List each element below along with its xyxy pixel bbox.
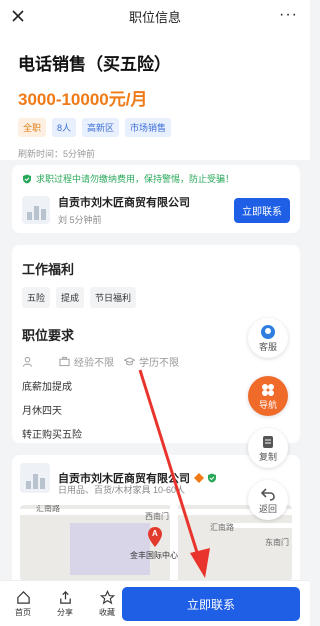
float-label: 返回 [258,503,277,514]
home-icon [16,590,30,604]
company-logo-icon [20,463,50,493]
job-tags: 全职 8人 高新区 市场销售 [18,118,292,137]
safety-notice: 求职过程中请勿缴纳费用，保持警惕，防止受骗！ [22,172,290,185]
map-building [70,523,150,575]
tag-job-type: 全职 [18,118,47,137]
benefit-item: 提成 [56,287,85,308]
customer-service-icon [261,324,275,339]
refresh-time: 刷新时间：5分钟前 [18,149,96,159]
benefits-list: 五险 提成 节日福利 [22,287,290,308]
verified-green-badge-icon [208,473,216,483]
page-title: 职位信息 [128,9,181,25]
nav-favorite[interactable]: 收藏 [90,589,124,618]
job-summary: 电话销售（买五险） 3000-10000元/月 全职 8人 高新区 市场销售 刷… [0,32,310,160]
company-row[interactable]: 自贡市刘木匠商贸有限公司 刘 5分钟前 立即联系 [22,194,290,226]
benefit-item: 节日福利 [90,287,137,308]
star-icon [99,589,115,604]
benefit-item: 五险 [22,287,51,308]
benefits-title: 工作福利 [22,262,75,277]
company-name: 自贡市刘木匠商贸有限公司 [58,197,190,209]
safety-notice-text: 求职过程中请勿缴纳费用，保持警惕，防止受骗！ [36,174,235,184]
map-label: 汇南路 [36,505,60,513]
verified-orange-badge-icon [194,473,204,483]
back-button[interactable]: 返回 [248,480,288,520]
map-label: 金丰国际中心 [130,551,178,560]
contact-person: 刘 5分钟前 [58,215,102,225]
tag-headcount: 8人 [52,118,77,137]
back-icon [260,487,275,501]
experience-requirement: 经验不限 [74,358,114,369]
shield-check-icon [23,174,31,183]
copy-button[interactable]: 复制 [248,428,288,468]
tag-category: 市场销售 [125,118,172,137]
company-logo-icon [22,196,50,224]
close-icon[interactable] [8,6,28,26]
copy-icon [263,435,273,448]
map-pin-letter: A [152,529,158,538]
map-label: 西南门 [145,512,169,521]
nav-home[interactable]: 首页 [6,590,40,618]
requirements-summary: 经验不限 学历不限 [22,354,290,369]
customer-service-button[interactable]: 客服 [248,318,288,358]
briefcase-icon [59,356,70,367]
company-location-card[interactable]: 自贡市刘木匠商贸有限公司 日用品、百货/木材家具 10-60人 汇南路 西南门 … [12,455,300,595]
location-map[interactable]: 汇南路 西南门 汇南路 金丰国际中心 东南门 A [20,505,292,581]
nav-label: 收藏 [99,607,115,617]
tag-district: 高新区 [82,118,120,137]
person-icon [22,356,33,367]
top-bar: 职位信息 ··· [0,0,310,32]
share-icon [59,590,71,604]
education-requirement: 学历不限 [139,358,179,369]
bottom-bar: 首页 分享 收藏 立即联系 [0,580,310,626]
salary: 3000-10000元/月 [18,90,148,109]
contact-now-button[interactable]: 立即联系 [122,587,300,621]
float-label: 复制 [258,451,277,462]
more-menu-icon[interactable]: ··· [279,6,298,24]
nav-label: 分享 [57,607,73,617]
float-label: 客服 [258,341,277,352]
company-contact-card: 求职过程中请勿缴纳费用，保持警惕，防止受骗！ 自贡市刘木匠商贸有限公司 刘 5分… [12,165,300,233]
nav-share[interactable]: 分享 [48,590,82,618]
float-label: 导航 [258,399,277,410]
nav-label: 首页 [15,607,31,617]
company-info: 自贡市刘木匠商贸有限公司 刘 5分钟前 [58,194,190,226]
map-road [170,505,178,581]
contact-now-button-small[interactable]: 立即联系 [234,198,290,223]
navigation-button[interactable]: 导航 [248,376,288,416]
map-label: 汇南路 [210,523,234,532]
graduation-cap-icon [124,357,135,366]
map-label: 东南门 [265,538,289,547]
navigation-icon [262,383,274,396]
job-title: 电话销售（买五险） [18,55,171,74]
